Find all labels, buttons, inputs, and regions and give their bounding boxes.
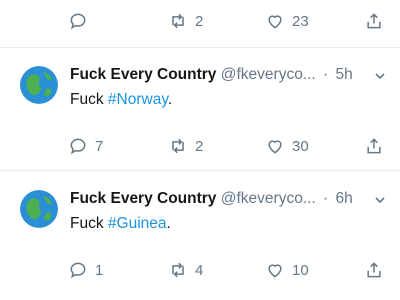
tweet-text-prefix: Fuck bbox=[70, 91, 108, 108]
like-button[interactable]: 30 bbox=[265, 134, 309, 158]
avatar[interactable] bbox=[20, 190, 58, 228]
separator-dot: · bbox=[323, 66, 329, 83]
retweet-icon bbox=[172, 262, 184, 278]
reply-icon bbox=[70, 138, 86, 155]
tweet-header: Fuck Every Country @fkeveryco... · 6h bbox=[70, 190, 384, 212]
divider bbox=[0, 47, 400, 48]
share-button[interactable] bbox=[364, 258, 384, 282]
tweet-actions: 7 2 30 bbox=[0, 134, 400, 158]
retweet-count: 4 bbox=[195, 261, 204, 279]
retweet-count: 2 bbox=[195, 137, 204, 155]
retweet-button[interactable]: 2 bbox=[168, 134, 203, 158]
chevron-down-icon[interactable] bbox=[374, 194, 386, 206]
author-name[interactable]: Fuck Every Country bbox=[70, 190, 216, 207]
tweet-actions-top: 2 23 bbox=[0, 9, 400, 33]
tweet[interactable]: Fuck Every Country @fkeveryco... · 5h Fu… bbox=[0, 66, 400, 176]
separator-dot: · bbox=[323, 190, 329, 207]
reply-count: 7 bbox=[95, 137, 104, 155]
tweet-text: Fuck #Norway. bbox=[70, 91, 172, 109]
reply-button[interactable]: 1 bbox=[68, 258, 103, 282]
retweet-count: 2 bbox=[195, 12, 204, 30]
hashtag-link[interactable]: #Norway bbox=[108, 91, 168, 108]
author-name[interactable]: Fuck Every Country bbox=[70, 66, 216, 83]
like-count: 10 bbox=[292, 261, 309, 279]
heart-icon bbox=[268, 264, 282, 278]
timestamp[interactable]: 5h bbox=[336, 66, 353, 83]
globe-icon bbox=[20, 66, 58, 104]
like-count: 30 bbox=[292, 137, 309, 155]
tweet-text-prefix: Fuck bbox=[70, 215, 108, 232]
reply-button[interactable] bbox=[68, 9, 95, 33]
chevron-down-icon[interactable] bbox=[374, 70, 386, 82]
timestamp[interactable]: 6h bbox=[336, 190, 353, 207]
hashtag-link[interactable]: #Guinea bbox=[108, 215, 167, 232]
retweet-icon bbox=[172, 138, 184, 154]
like-button[interactable]: 23 bbox=[265, 9, 309, 33]
tweet-text-suffix: . bbox=[166, 215, 171, 232]
like-button[interactable]: 10 bbox=[265, 258, 309, 282]
tweet-text-suffix: . bbox=[167, 91, 173, 108]
tweet-actions: 1 4 10 bbox=[0, 258, 400, 282]
tweet[interactable]: Fuck Every Country @fkeveryco... · 6h Fu… bbox=[0, 190, 400, 300]
retweet-icon bbox=[172, 13, 184, 29]
reply-count: 1 bbox=[95, 261, 104, 279]
reply-icon bbox=[70, 13, 86, 30]
share-icon bbox=[367, 262, 381, 278]
heart-icon bbox=[268, 15, 282, 29]
author-handle[interactable]: @fkeveryco... bbox=[221, 190, 316, 207]
share-button[interactable] bbox=[364, 134, 384, 158]
globe-icon bbox=[20, 190, 58, 228]
share-icon bbox=[367, 13, 381, 29]
tweet-header: Fuck Every Country @fkeveryco... · 5h bbox=[70, 66, 384, 88]
retweet-button[interactable]: 4 bbox=[168, 258, 203, 282]
heart-icon bbox=[268, 140, 282, 154]
like-count: 23 bbox=[292, 12, 309, 30]
avatar[interactable] bbox=[20, 66, 58, 104]
reply-button[interactable]: 7 bbox=[68, 134, 103, 158]
share-icon bbox=[367, 138, 381, 154]
author-handle[interactable]: @fkeveryco... bbox=[221, 66, 316, 83]
share-button[interactable] bbox=[364, 9, 384, 33]
divider bbox=[0, 170, 400, 171]
retweet-button[interactable]: 2 bbox=[168, 9, 203, 33]
reply-icon bbox=[70, 262, 86, 279]
tweet-text: Fuck #Guinea. bbox=[70, 215, 171, 233]
